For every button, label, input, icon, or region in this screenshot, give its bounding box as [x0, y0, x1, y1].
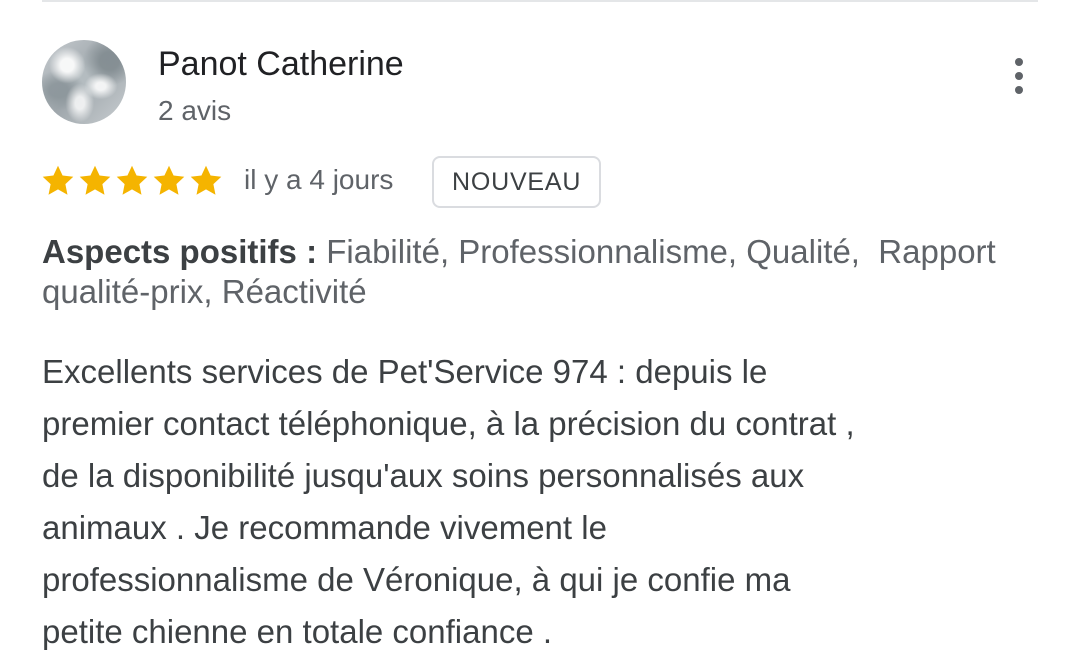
review-text: Excellents services de Pet'Service 974 :…	[42, 353, 855, 650]
more-vert-icon	[1015, 58, 1023, 66]
star-icon	[79, 165, 111, 195]
star-rating	[40, 158, 224, 204]
star-icon	[116, 165, 148, 195]
avatar[interactable]	[42, 40, 126, 124]
new-badge: NOUVEAU	[432, 156, 602, 208]
positive-aspects: Aspects positifs : Fiabilité, Profession…	[42, 232, 1002, 312]
star-icon	[190, 165, 222, 195]
positive-aspects-label: Aspects positifs :	[42, 233, 327, 270]
more-vert-icon-dot	[1015, 86, 1023, 94]
review-count[interactable]: 2 avis	[158, 95, 231, 127]
review-timestamp: il y a 4 jours	[244, 164, 394, 195]
top-divider	[42, 0, 1038, 2]
author-name[interactable]: Panot Catherine	[158, 45, 404, 84]
star-icon	[42, 165, 74, 195]
more-options-button[interactable]	[1000, 52, 1038, 100]
star-icon	[153, 165, 185, 195]
more-vert-icon-dot	[1015, 72, 1023, 80]
